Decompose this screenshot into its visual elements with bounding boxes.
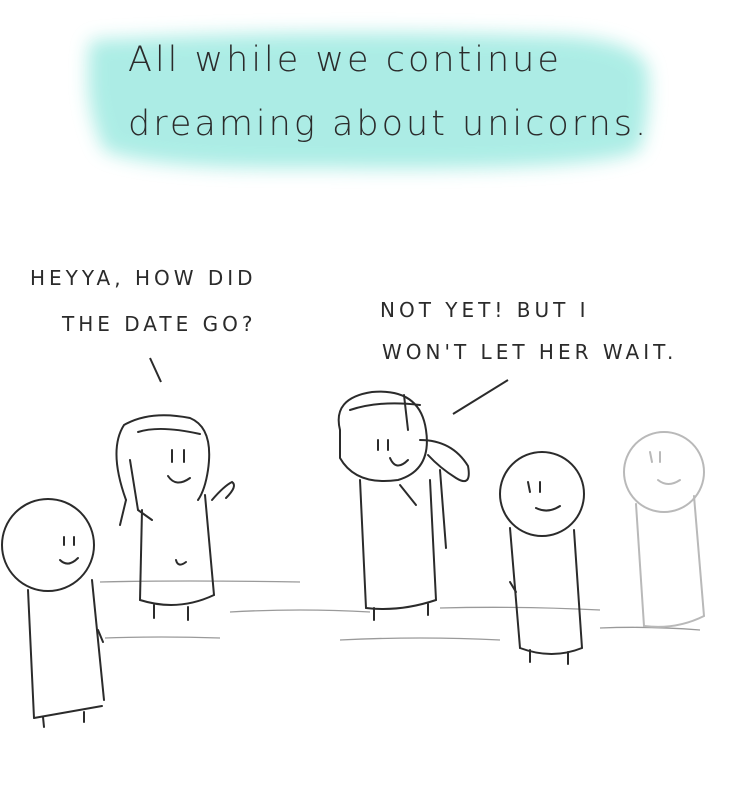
speech-tail-right — [452, 379, 509, 415]
floor-lines — [99, 580, 701, 641]
right-stick-figure — [499, 451, 585, 665]
ponytail-girl — [337, 390, 470, 621]
long-hair-girl — [115, 414, 235, 621]
speech-tail-left — [149, 357, 162, 383]
left-stick-figure — [1, 498, 105, 728]
faded-stick-figure — [623, 431, 705, 628]
caption-highlight — [87, 32, 650, 169]
comic-panel — [1, 32, 705, 728]
